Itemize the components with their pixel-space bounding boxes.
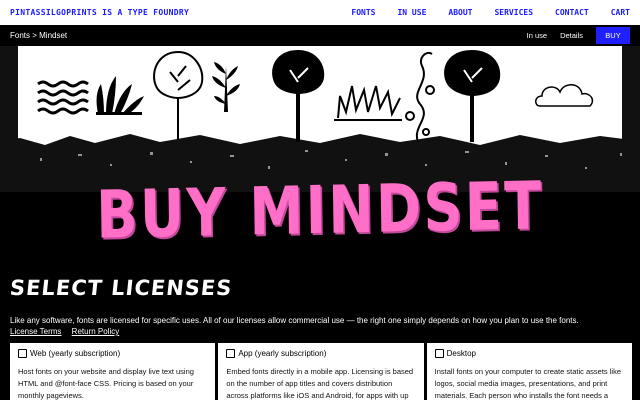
license-card-label: Desktop	[446, 349, 477, 358]
page-title: BUY MINDSET	[95, 167, 545, 254]
nav-fonts[interactable]: FONTS	[351, 8, 375, 17]
font-subnav: Fonts > Mindset In use Details BUY	[0, 25, 640, 46]
breadcrumb[interactable]: Fonts > Mindset	[10, 31, 67, 40]
licenses-intro: Like any software, fonts are licensed fo…	[10, 316, 579, 325]
main-nav: FONTS IN USE ABOUT SERVICES CONTACT CART	[329, 8, 630, 17]
subnav-details-link[interactable]: Details	[560, 31, 583, 40]
buy-button[interactable]: BUY	[596, 27, 630, 44]
license-card-label: App (yearly subscription)	[238, 349, 327, 358]
license-card-label: Web (yearly subscription)	[30, 349, 121, 358]
brand-text[interactable]: PINTASSILGOPRINTS IS A TYPE FOUNDRY	[10, 8, 189, 17]
subnav-actions: In use Details BUY	[527, 25, 640, 46]
return-policy-link[interactable]: Return Policy	[72, 327, 120, 336]
nav-services[interactable]: SERVICES	[494, 8, 533, 17]
license-terms-link[interactable]: License Terms	[10, 327, 61, 336]
license-card-desc: Install fonts on your computer to create…	[434, 367, 621, 400]
license-cards: Web (yearly subscription) Host fonts on …	[10, 343, 632, 400]
license-card-desktop[interactable]: Desktop Install fonts on your computer t…	[426, 343, 632, 400]
desktop-license-checkbox[interactable]	[434, 349, 444, 358]
nav-contact[interactable]: CONTACT	[555, 8, 589, 17]
nav-cart[interactable]: CART	[611, 8, 630, 17]
web-license-checkbox[interactable]	[18, 349, 27, 358]
license-card-desc: Host fonts on your website and display l…	[18, 367, 194, 400]
subnav-in-use-link[interactable]: In use	[527, 31, 547, 40]
nav-in-use[interactable]: IN USE	[397, 8, 426, 17]
license-card-desc: Embed fonts directly in a mobile app. Li…	[226, 367, 414, 400]
app-license-checkbox[interactable]	[226, 349, 236, 358]
nav-about[interactable]: ABOUT	[448, 8, 472, 17]
top-nav: PINTASSILGOPRINTS IS A TYPE FOUNDRY FONT…	[0, 0, 640, 25]
license-card-web[interactable]: Web (yearly subscription) Host fonts on …	[10, 343, 216, 400]
license-links: License Terms Return Policy	[10, 327, 127, 336]
license-card-app[interactable]: App (yearly subscription) Embed fonts di…	[218, 343, 424, 400]
licenses-heading: SELECT LICENSES	[8, 276, 234, 300]
